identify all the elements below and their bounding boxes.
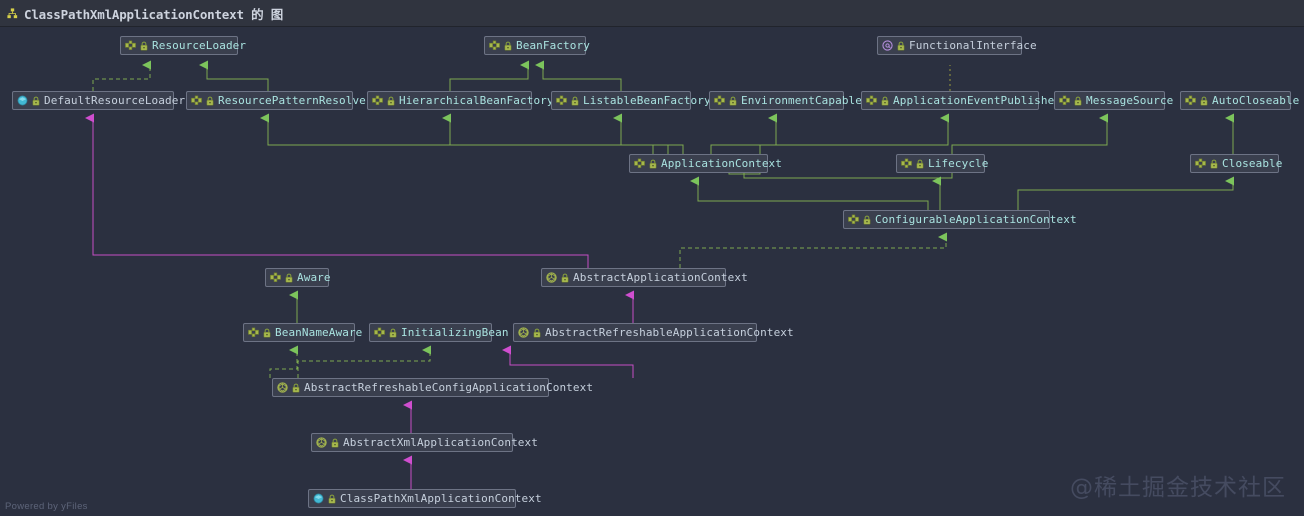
class-node-AbstractRefreshableApplicationContext[interactable]: AbstractRefreshableApplicationContext — [513, 323, 794, 342]
interface-icon — [1185, 95, 1196, 105]
class-node-label: ConfigurableApplicationContext — [875, 213, 1077, 226]
class-node-label: ApplicationContext — [661, 157, 783, 170]
class-node-label: FunctionalInterface — [909, 39, 1037, 52]
class-node-Closeable[interactable]: Closeable — [1190, 154, 1282, 173]
lock-icon — [504, 41, 512, 51]
interface-icon — [1195, 158, 1206, 168]
class-node-label: AbstractApplicationContext — [573, 271, 748, 284]
class-node-label: AbstractRefreshableApplicationContext — [545, 326, 794, 339]
lock-icon — [263, 328, 271, 338]
class-node-label: Aware — [297, 271, 331, 284]
class-node-label: AbstractRefreshableConfigApplicationCont… — [304, 381, 594, 394]
class-node-label: BeanNameAware — [275, 326, 363, 339]
lock-icon — [1200, 96, 1208, 106]
class-node-ResourceLoader[interactable]: ResourceLoader — [120, 36, 246, 55]
class-node-AbstractApplicationContext[interactable]: AbstractApplicationContext — [541, 268, 748, 287]
watermark-label: @稀土掘金技术社区 — [1070, 475, 1286, 501]
interface-icon — [372, 95, 383, 105]
interface-icon — [1059, 95, 1070, 105]
abstract-class-icon — [316, 437, 327, 448]
class-node-FunctionalInterface[interactable]: FunctionalInterface — [877, 36, 1037, 55]
lock-icon — [533, 328, 541, 338]
class-node-ApplicationContext[interactable]: ApplicationContext — [629, 154, 782, 173]
abstract-class-icon — [277, 382, 288, 393]
class-node-InitializingBean[interactable]: InitializingBean — [369, 323, 508, 342]
lock-icon — [571, 96, 579, 106]
lock-icon — [916, 159, 924, 169]
class-node-label: ResourcePatternResolver — [218, 94, 373, 107]
class-node-AutoCloseable[interactable]: AutoCloseable — [1180, 91, 1299, 110]
powered-by-label: Powered by yFiles — [5, 501, 88, 512]
annotation-icon — [882, 40, 893, 51]
class-node-label: MessageSource — [1086, 94, 1174, 107]
lock-icon — [32, 96, 40, 106]
class-node-label: Lifecycle — [928, 157, 989, 170]
lock-icon — [561, 273, 569, 283]
class-node-label: InitializingBean — [401, 326, 509, 339]
lock-icon — [387, 96, 395, 106]
class-node-AbstractRefreshableConfigApplicationContext[interactable]: AbstractRefreshableConfigApplicationCont… — [272, 378, 593, 397]
class-node-ClassPathXmlApplicationContext[interactable]: ClassPathXmlApplicationContext — [308, 489, 542, 508]
interface-icon — [191, 95, 202, 105]
interface-icon — [125, 40, 136, 50]
class-node-BeanNameAware[interactable]: BeanNameAware — [243, 323, 362, 342]
interface-icon — [374, 327, 385, 337]
lock-icon — [729, 96, 737, 106]
class-node-ConfigurableApplicationContext[interactable]: ConfigurableApplicationContext — [843, 210, 1077, 229]
class-node-label: AutoCloseable — [1212, 94, 1300, 107]
lock-icon — [1210, 159, 1218, 169]
class-node-AbstractXmlApplicationContext[interactable]: AbstractXmlApplicationContext — [311, 433, 538, 452]
class-node-DefaultResourceLoader[interactable]: DefaultResourceLoader — [12, 91, 185, 110]
class-node-ListableBeanFactory[interactable]: ListableBeanFactory — [551, 91, 711, 110]
class-node-label: HierarchicalBeanFactory — [399, 94, 554, 107]
class-node-label: EnvironmentCapable — [741, 94, 863, 107]
lock-icon — [140, 41, 148, 51]
window-titlebar: ClassPathXmlApplicationContext 的 图 — [0, 0, 1304, 27]
interface-icon — [901, 158, 912, 168]
class-node-label: Closeable — [1222, 157, 1283, 170]
lock-icon — [328, 494, 336, 504]
class-node-label: AbstractXmlApplicationContext — [343, 436, 538, 449]
abstract-class-icon — [518, 327, 529, 338]
class-node-Aware[interactable]: Aware — [265, 268, 331, 287]
interface-icon — [556, 95, 567, 105]
class-node-label: DefaultResourceLoader — [44, 94, 186, 107]
class-node-label: ResourceLoader — [152, 39, 247, 52]
class-node-label: ClassPathXmlApplicationContext — [340, 492, 542, 505]
lock-icon — [1074, 96, 1082, 106]
class-node-ApplicationEventPublisher[interactable]: ApplicationEventPublisher — [861, 91, 1061, 110]
lock-icon — [863, 215, 871, 225]
diagram-canvas[interactable]: ResourceLoader --> BeanFactory --> BeanF… — [0, 27, 1304, 516]
page-title: ClassPathXmlApplicationContext 的 图 — [24, 6, 284, 22]
interface-icon — [848, 214, 859, 224]
class-icon — [17, 95, 28, 106]
class-node-label: BeanFactory — [516, 39, 590, 52]
class-node-EnvironmentCapable[interactable]: EnvironmentCapable — [709, 91, 862, 110]
interface-icon — [248, 327, 259, 337]
lock-icon — [285, 273, 293, 283]
lock-icon — [331, 438, 339, 448]
lock-icon — [881, 96, 889, 106]
lock-icon — [389, 328, 397, 338]
interface-icon — [634, 158, 645, 168]
interface-icon — [714, 95, 725, 105]
abstract-class-icon — [546, 272, 557, 283]
interface-icon — [270, 272, 281, 282]
class-node-MessageSource[interactable]: MessageSource — [1054, 91, 1173, 110]
lock-icon — [206, 96, 214, 106]
class-node-HierarchicalBeanFactory[interactable]: HierarchicalBeanFactory — [367, 91, 554, 110]
class-icon — [313, 493, 324, 504]
lock-icon — [292, 383, 300, 393]
class-node-Lifecycle[interactable]: Lifecycle — [896, 154, 988, 173]
lock-icon — [897, 41, 905, 51]
class-node-BeanFactory[interactable]: BeanFactory — [484, 36, 590, 55]
interface-icon — [489, 40, 500, 50]
hierarchy-diagram-icon — [7, 7, 18, 18]
lock-icon — [649, 159, 657, 169]
class-node-label: ApplicationEventPublisher — [893, 94, 1062, 107]
interface-icon — [866, 95, 877, 105]
class-node-label: ListableBeanFactory — [583, 94, 711, 107]
class-node-ResourcePatternResolver[interactable]: ResourcePatternResolver — [186, 91, 373, 110]
